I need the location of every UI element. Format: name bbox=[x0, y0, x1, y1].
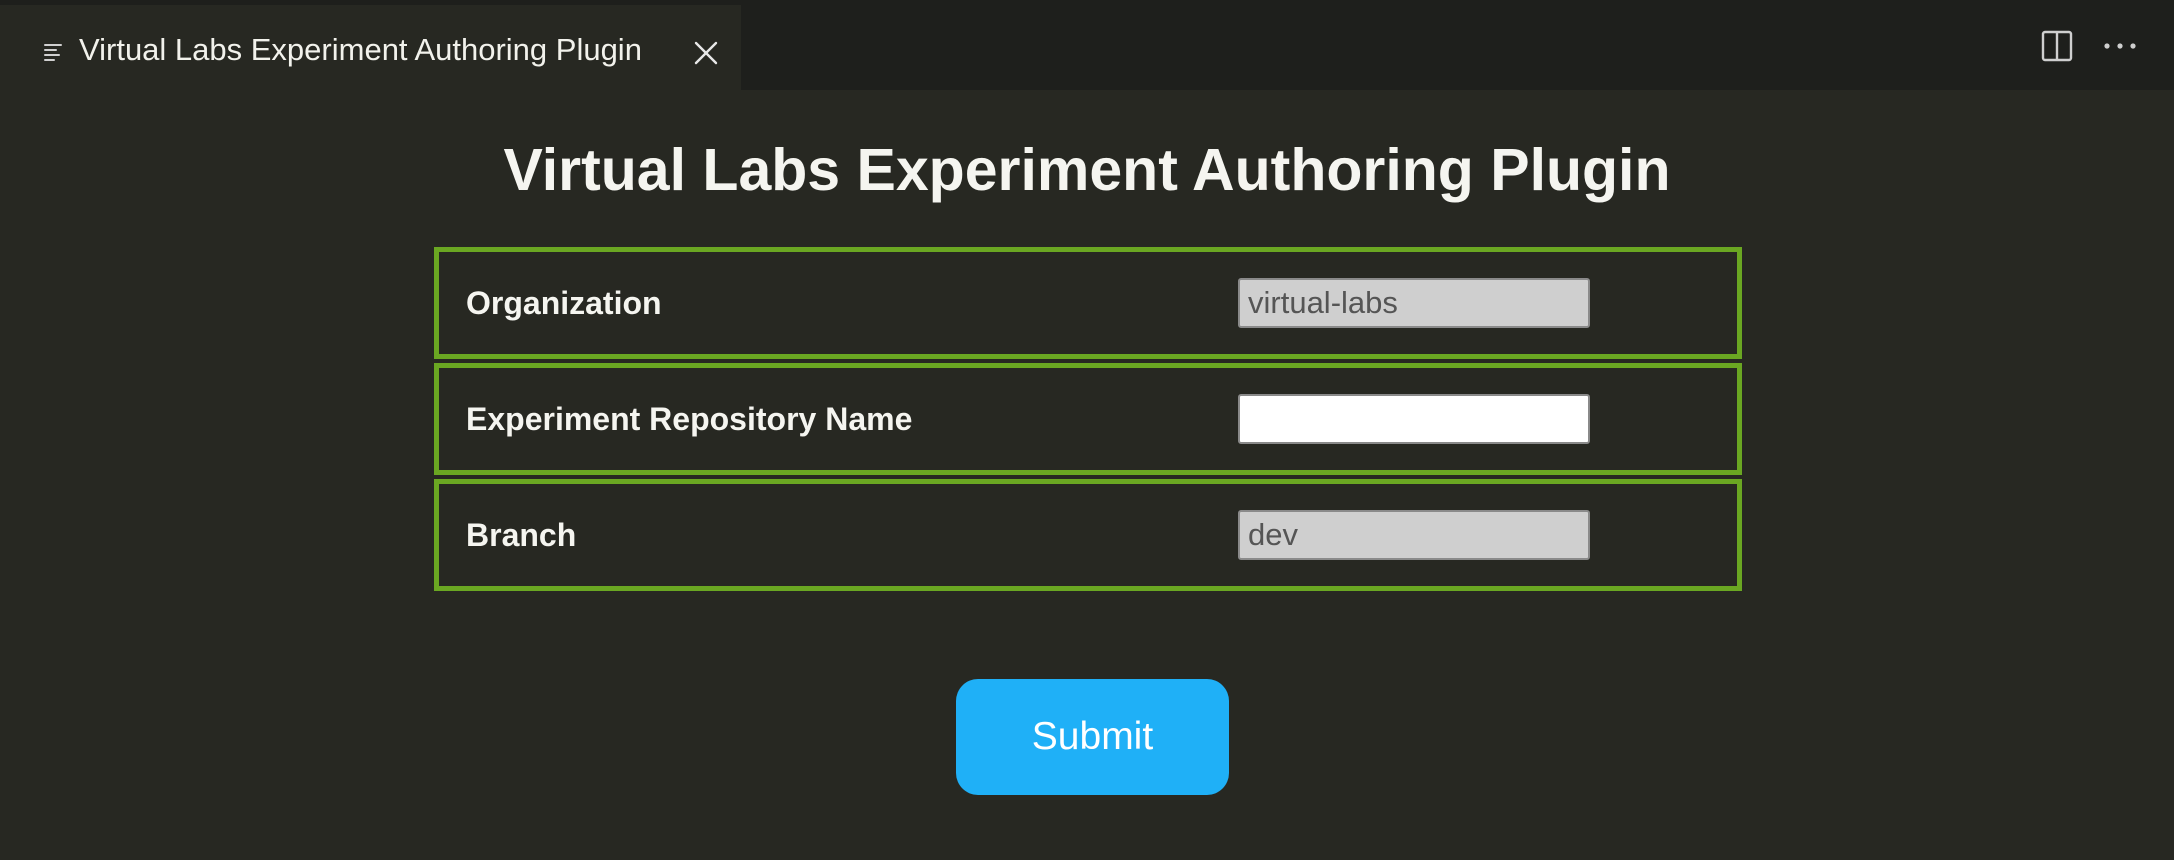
branch-label: Branch bbox=[466, 517, 577, 553]
organization-label: Organization bbox=[466, 285, 662, 321]
tab-label: Virtual Labs Experiment Authoring Plugin bbox=[79, 32, 642, 67]
split-editor-icon[interactable] bbox=[2041, 30, 2073, 62]
repository-label: Experiment Repository Name bbox=[466, 401, 913, 437]
editor-tab-bar: Virtual Labs Experiment Authoring Plugin bbox=[0, 0, 2174, 90]
organization-input[interactable] bbox=[1238, 278, 1590, 328]
branch-row: Branch bbox=[434, 479, 1742, 591]
repository-name-input[interactable] bbox=[1238, 394, 1590, 444]
repository-row: Experiment Repository Name bbox=[434, 363, 1742, 475]
branch-input[interactable] bbox=[1238, 510, 1590, 560]
organization-row: Organization bbox=[434, 247, 1742, 359]
submit-button[interactable]: Submit bbox=[956, 679, 1229, 795]
more-actions-icon[interactable] bbox=[2102, 30, 2138, 62]
active-tab[interactable]: Virtual Labs Experiment Authoring Plugin bbox=[0, 5, 741, 90]
close-icon[interactable] bbox=[693, 40, 719, 66]
preview-lines-icon bbox=[44, 44, 62, 61]
page-title: Virtual Labs Experiment Authoring Plugin bbox=[503, 137, 1671, 203]
